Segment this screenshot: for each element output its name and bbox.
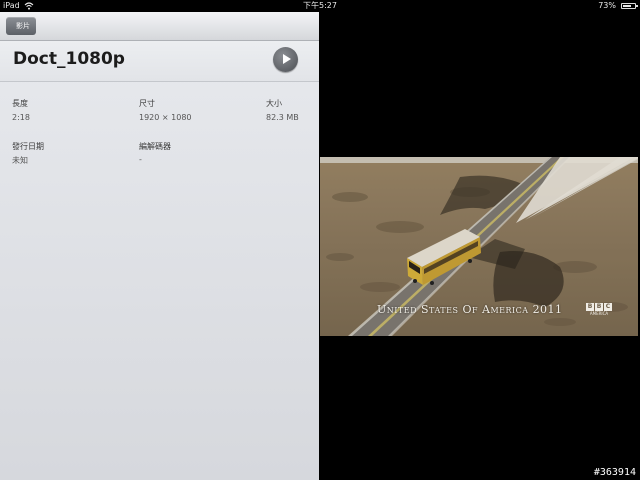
status-time: 下午5:27 [303,1,337,10]
codec-label: 編解碼器 [139,142,171,151]
battery-icon [621,3,638,9]
bbc-block-1: B [586,303,594,311]
bbc-logo-blocks: B B C [586,303,612,311]
status-bar: iPad 下午5:27 73% [0,0,640,12]
size-label: 大小 [266,99,282,108]
play-icon [283,54,291,64]
play-button[interactable] [273,47,298,72]
battery-fill [623,5,631,7]
codec-value: - [139,155,142,164]
size-value: 82.3 MB [266,113,299,122]
release-date-value: 未知 [12,156,28,165]
video-frame[interactable]: United States Of America 2011 B B C AMER… [320,157,638,336]
duration-value: 2:18 [12,113,30,122]
video-preview-area[interactable]: United States Of America 2011 B B C AMER… [320,12,640,480]
bbc-block-2: B [595,303,603,311]
bbc-block-3: C [604,303,612,311]
bbc-logo-subtitle: AMERICA [589,311,609,316]
duration-label: 長度 [12,99,28,108]
video-header: Doct_1080p [0,41,319,82]
release-date-label: 發行日期 [12,142,44,151]
back-button[interactable]: 影片 [6,17,36,35]
battery-percent: 73% [598,1,616,10]
video-caption: United States Of America 2011 [377,303,563,316]
bbc-logo: B B C AMERICA [586,303,612,316]
back-button-label: 影片 [16,22,30,30]
video-info-panel: 影片 Doct_1080p 長度 2:18 尺寸 1920 × 1080 大小 … [0,12,319,480]
dimensions-value: 1920 × 1080 [139,113,192,122]
video-title: Doct_1080p [13,49,125,69]
ipad-screen: iPad 下午5:27 73% 影片 Doct_1080p 長度 2:18 尺寸… [0,0,640,480]
navigation-bar: 影片 [0,12,319,41]
dimensions-label: 尺寸 [139,99,155,108]
image-watermark: #363914 [593,467,636,478]
